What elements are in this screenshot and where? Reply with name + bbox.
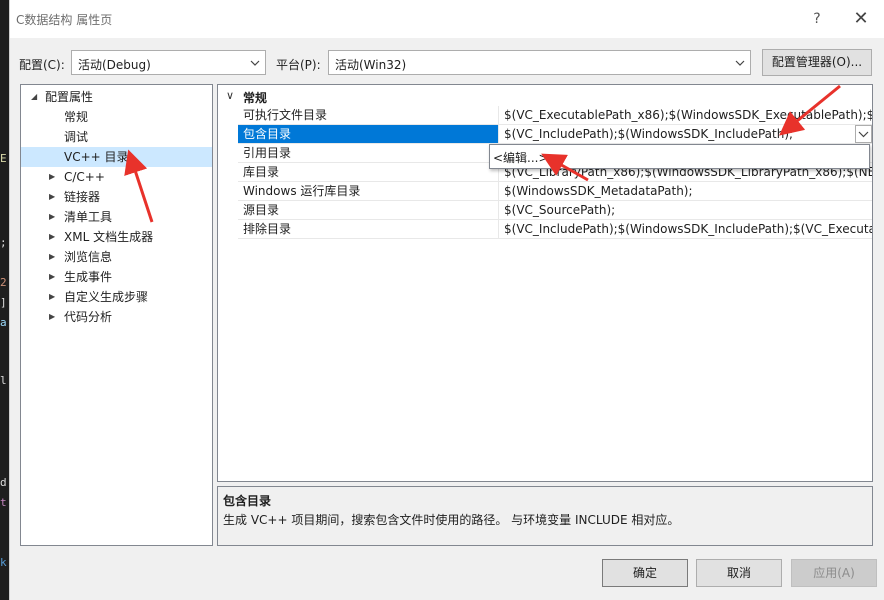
annotation-overlay — [124, 84, 841, 223]
annotation-arrow-vc-directories — [124, 149, 154, 223]
annotation-arrow-edit-option — [541, 153, 589, 182]
annotation-arrow-include-directories — [779, 84, 841, 136]
